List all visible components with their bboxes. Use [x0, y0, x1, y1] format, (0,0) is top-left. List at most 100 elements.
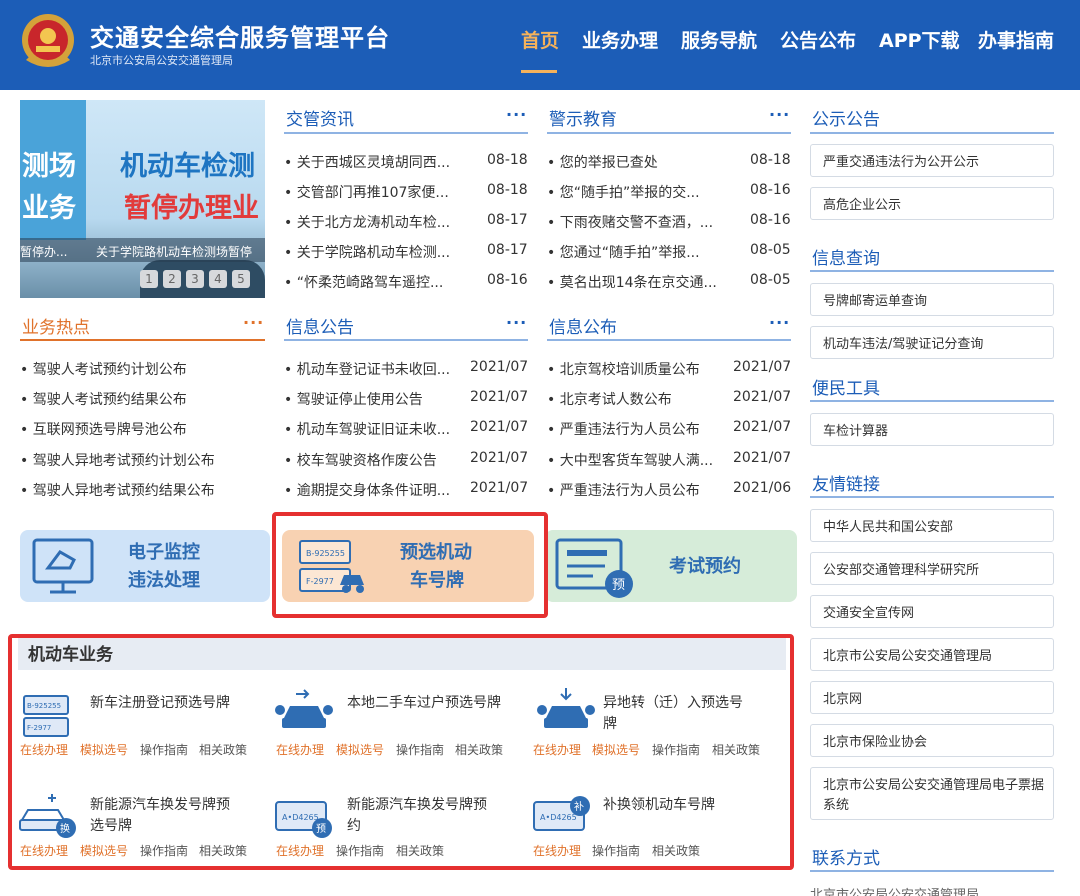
hot-more-button[interactable]: ··· [243, 313, 264, 332]
hot-item[interactable]: • 驾驶人异地考试预约计划公布 [20, 450, 215, 470]
e-monitor-label-1: 电子监控 [128, 542, 200, 563]
nav-app-download[interactable]: APP下载 [879, 26, 960, 53]
info-release-title: 信息公布 [549, 318, 617, 338]
warning-edu-item[interactable]: • 您通过“随手拍”举报... [547, 242, 700, 262]
carousel-page-1[interactable]: 1 [140, 270, 158, 288]
warning-edu-date: 08-16 [750, 182, 791, 198]
friend-link[interactable]: 中华人民共和国公安部 [810, 509, 1054, 542]
warning-edu-divider [547, 132, 791, 134]
info-release-date: 2021/07 [733, 389, 792, 405]
info-query-link[interactable]: 号牌邮寄运单查询 [810, 283, 1054, 316]
friend-link[interactable]: 北京市公安局公安交通管理局 [810, 638, 1054, 671]
info-notice-item[interactable]: • 驾驶证停止使用公告 [284, 389, 423, 409]
carousel-page-4[interactable]: 4 [209, 270, 227, 288]
traffic-news-more-button[interactable]: ··· [506, 105, 527, 124]
hot-divider [20, 339, 265, 341]
warning-edu-item[interactable]: • 下雨夜赌交警不查酒，... [547, 212, 713, 232]
nav-home[interactable]: 首页 [521, 26, 559, 53]
warning-edu-item[interactable]: • 您的举报已查处 [547, 152, 658, 172]
info-release-more-button[interactable]: ··· [769, 313, 790, 332]
info-notice-date: 2021/07 [470, 389, 529, 405]
info-notice-divider [284, 339, 528, 341]
info-release-item[interactable]: • 严重违法行为人员公布 [547, 480, 700, 500]
e-monitor-button[interactable]: 电子监控 违法处理 [20, 530, 270, 602]
info-release-item[interactable]: • 北京驾校培训质量公布 [547, 359, 700, 379]
contact-divider [810, 870, 1054, 872]
info-query-link[interactable]: 机动车违法/驾驶证记分查询 [810, 326, 1054, 359]
info-notice-item[interactable]: • 逾期提交身体条件证明... [284, 480, 450, 500]
info-notice-item[interactable]: • 机动车登记证书未收回... [284, 359, 450, 379]
public-notice-link[interactable]: 严重交通违法行为公开公示 [810, 144, 1054, 177]
banner-side-text-1: 测场 [22, 151, 76, 182]
warning-edu-date: 08-05 [750, 242, 791, 258]
traffic-news-date: 08-16 [487, 272, 528, 288]
friend-link[interactable]: 交通安全宣传网 [810, 595, 1054, 628]
nav-business[interactable]: 业务办理 [582, 26, 658, 53]
warning-edu-item[interactable]: • 莫名出现14条在京交通... [547, 272, 717, 292]
warning-edu-date: 08-16 [750, 212, 791, 228]
info-notice-more-button[interactable]: ··· [506, 313, 527, 332]
public-notice-divider [810, 132, 1054, 134]
carousel-page-2[interactable]: 2 [163, 270, 181, 288]
banner-caption-prev[interactable]: 暂停办... [20, 243, 67, 260]
traffic-news-item[interactable]: • 交管部门再推107家便... [284, 182, 449, 202]
tools-divider [810, 400, 1054, 402]
traffic-news-date: 08-18 [487, 182, 528, 198]
info-release-item[interactable]: • 大中型客货车驾驶人满... [547, 450, 713, 470]
info-release-date: 2021/07 [733, 359, 792, 375]
banner-caption[interactable]: 关于学院路机动车检测场暂停 [96, 243, 252, 260]
info-notice-date: 2021/07 [470, 450, 529, 466]
hot-item[interactable]: • 驾驶人考试预约结果公布 [20, 389, 187, 409]
traffic-news-item[interactable]: • 关于西城区灵境胡同西... [284, 152, 450, 172]
contact-text: 北京市公安局公安交通管理局 [810, 888, 980, 896]
exam-booking-button[interactable]: 预 考试预约 [545, 530, 797, 602]
car-check-calculator-link[interactable]: 车检计算器 [810, 413, 1054, 446]
info-notice-date: 2021/07 [470, 419, 529, 435]
hot-title: 业务热点 [22, 318, 90, 338]
tools-title: 便民工具 [812, 379, 880, 399]
banner-headline-2: 暂停办理业 [124, 193, 259, 224]
info-notice-item[interactable]: • 校车驾驶资格作废公告 [284, 450, 437, 470]
info-notice-item[interactable]: • 机动车驾驶证旧证未收... [284, 419, 450, 439]
info-release-item[interactable]: • 严重违法行为人员公布 [547, 419, 700, 439]
info-release-item[interactable]: • 北京考试人数公布 [547, 389, 672, 409]
hot-item[interactable]: • 驾驶人异地考试预约结果公布 [20, 480, 215, 500]
carousel-page-5[interactable]: 5 [232, 270, 250, 288]
warning-edu-date: 08-18 [750, 152, 791, 168]
info-query-divider [810, 270, 1054, 272]
traffic-news-item[interactable]: • “怀柔范崎路驾车遥控... [284, 272, 443, 292]
friend-link[interactable]: 北京网 [810, 681, 1054, 714]
highlight-box-preselect [272, 512, 548, 618]
info-notice-title: 信息公告 [286, 318, 354, 338]
nav-guide[interactable]: 办事指南 [978, 26, 1054, 53]
friend-link[interactable]: 北京市公安局公安交通管理局电子票据系统 [810, 767, 1054, 820]
nav-announcements[interactable]: 公告公布 [780, 26, 856, 53]
hot-item[interactable]: • 驾驶人考试预约计划公布 [20, 359, 187, 379]
friend-links-divider [810, 496, 1054, 498]
monitor-camera-icon [32, 538, 94, 594]
site-subtitle: 北京市公安局公安交通管理局 [90, 54, 233, 67]
police-emblem-icon [22, 14, 74, 67]
warning-edu-more-button[interactable]: ··· [769, 105, 790, 124]
nav-active-indicator [521, 70, 557, 73]
friend-links-title: 友情链接 [812, 475, 880, 495]
traffic-news-date: 08-17 [487, 212, 528, 228]
banner-carousel[interactable]: 测场 业务 机动车检测 暂停办理业 暂停办... 关于学院路机动车检测场暂停 [20, 100, 265, 298]
traffic-news-title: 交管资讯 [286, 110, 354, 130]
carousel-page-3[interactable]: 3 [186, 270, 204, 288]
info-notice-date: 2021/07 [470, 480, 529, 496]
friend-link[interactable]: 北京市保险业协会 [810, 724, 1054, 757]
contact-title: 联系方式 [812, 849, 880, 869]
hot-item[interactable]: • 互联网预选号牌号池公布 [20, 419, 187, 439]
traffic-news-item[interactable]: • 关于学院路机动车检测... [284, 242, 450, 262]
exam-booking-label: 考试预约 [669, 556, 741, 577]
friend-link[interactable]: 公安部交通管理科学研究所 [810, 552, 1054, 585]
banner-side-text-2: 业务 [22, 193, 76, 224]
nav-service-guide[interactable]: 服务导航 [681, 26, 757, 53]
warning-edu-title: 警示教育 [549, 110, 617, 130]
traffic-news-date: 08-18 [487, 152, 528, 168]
traffic-news-item[interactable]: • 关于北方龙涛机动车检... [284, 212, 450, 232]
public-notice-link[interactable]: 高危企业公示 [810, 187, 1054, 220]
info-release-date: 2021/07 [733, 419, 792, 435]
warning-edu-item[interactable]: • 您“随手拍”举报的交... [547, 182, 700, 202]
